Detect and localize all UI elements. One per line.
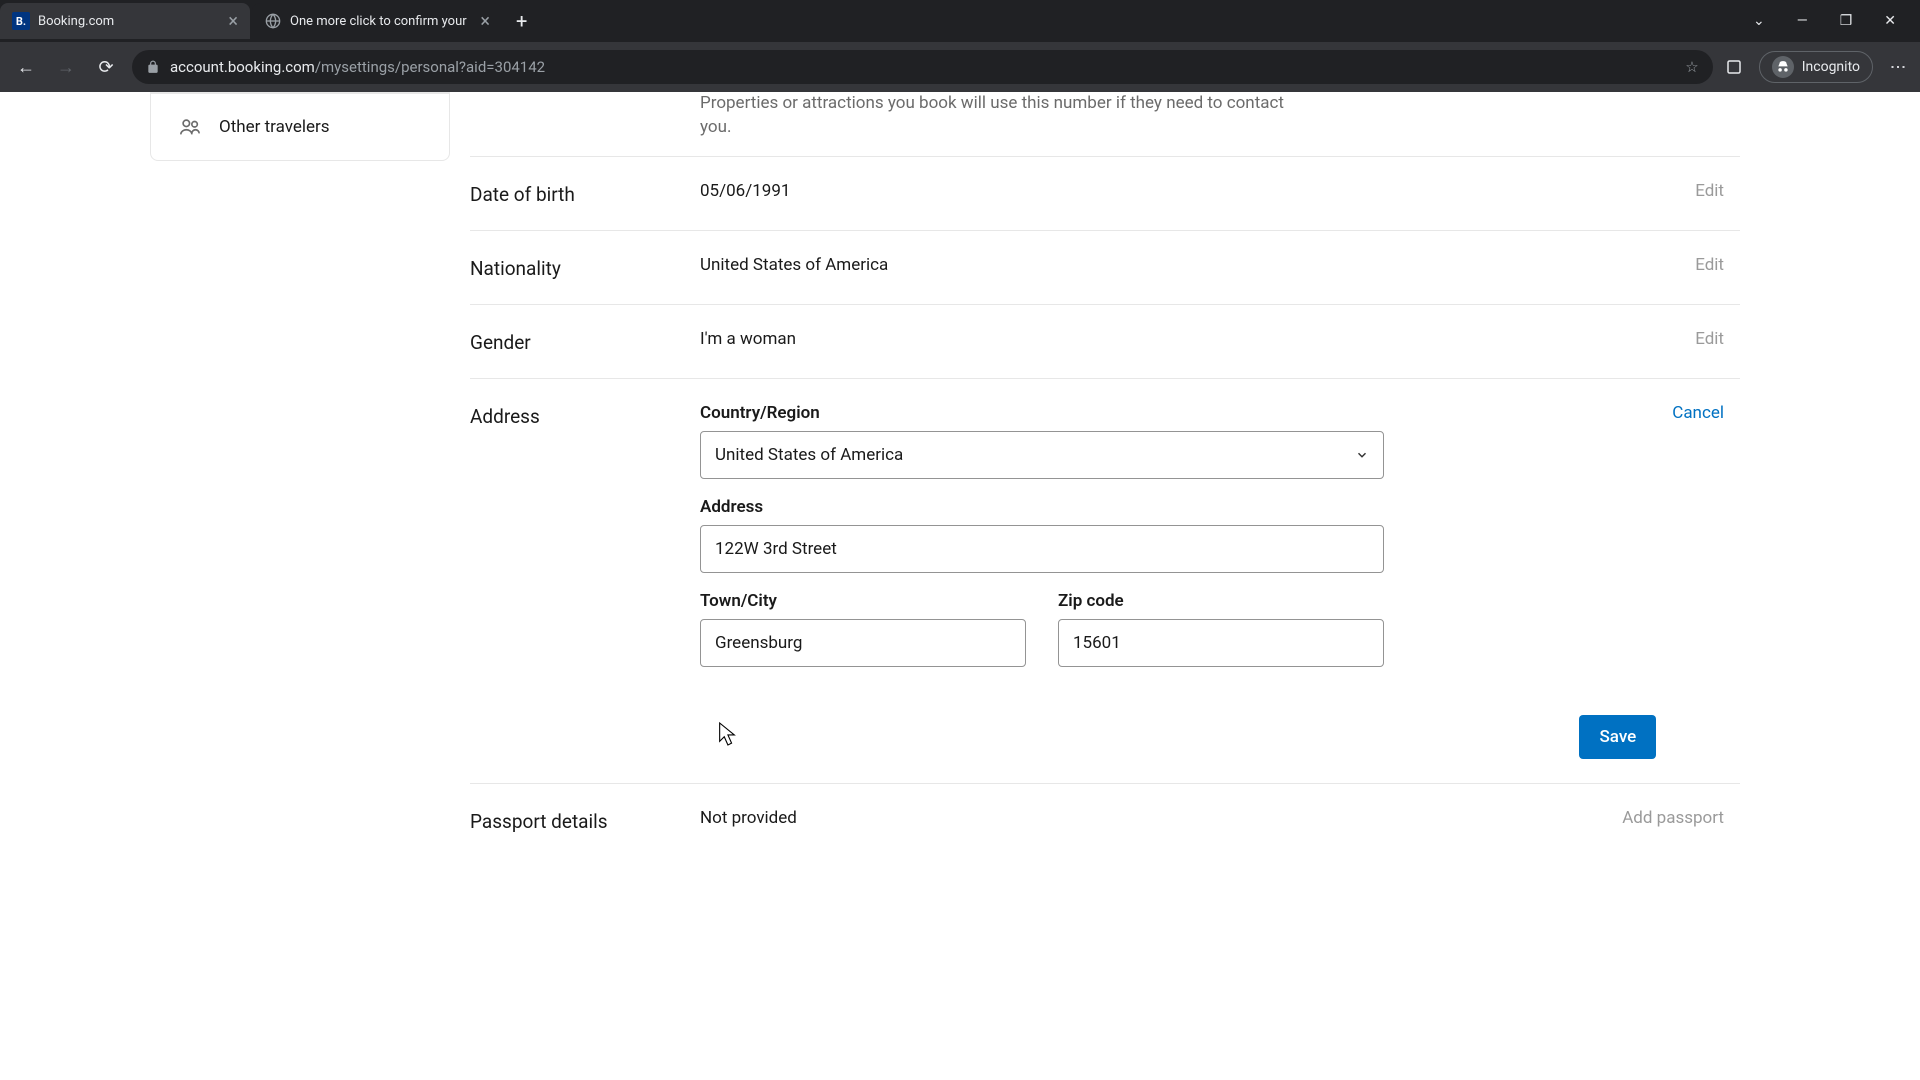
address-form: Country/Region United States of America … [700,403,1672,759]
tab-confirm[interactable]: One more click to confirm your × [252,3,502,39]
menu-icon[interactable]: ⋮ [1889,59,1908,75]
country-value: United States of America [715,445,903,465]
add-passport-button[interactable]: Add passport [1622,808,1740,833]
row-passport: Passport details Not provided Add passpo… [470,783,1740,857]
address-field-label: Address [700,497,1672,517]
chevron-down-icon [1355,448,1369,462]
close-icon[interactable]: × [480,11,490,32]
country-label: Country/Region [700,403,1672,423]
page-content: Other travelers Properties or attraction… [0,92,1920,857]
minimize-icon[interactable]: ― [1785,7,1820,35]
back-button[interactable]: ← [12,57,40,78]
country-select[interactable]: United States of America [700,431,1384,479]
browser-toolbar: ← → ⟳ account.booking.com/mysettings/per… [0,42,1920,92]
save-button[interactable]: Save [1579,715,1656,759]
main-content: Properties or attractions you book will … [470,92,1920,857]
city-input[interactable] [700,619,1026,667]
row-address: Address Country/Region United States of … [470,378,1740,783]
gender-label: Gender [470,329,700,354]
new-tab-button[interactable]: + [504,9,539,33]
incognito-icon [1772,56,1794,78]
dob-edit-button[interactable]: Edit [1695,181,1740,206]
sidebar: Other travelers [0,92,470,857]
address-input[interactable] [700,525,1384,573]
zip-input[interactable] [1058,619,1384,667]
gender-value: I'm a woman [700,329,1695,354]
address-label: Address [470,403,700,759]
caret-down-icon[interactable]: ⌄ [1741,7,1777,35]
address-cancel-button[interactable]: Cancel [1672,403,1740,759]
window-controls: ⌄ ― ❐ ✕ [1741,7,1920,35]
incognito-label: Incognito [1802,59,1860,75]
tab-booking[interactable]: B. Booking.com × [0,3,250,39]
browser-tab-strip: B. Booking.com × One more click to confi… [0,0,1920,42]
booking-favicon-icon: B. [12,12,30,30]
cursor-icon [716,721,738,747]
phone-hint-text: Properties or attractions you book will … [470,92,1290,156]
row-gender: Gender I'm a woman Edit [470,304,1740,378]
row-dob: Date of birth 05/06/1991 Edit [470,156,1740,230]
city-label: Town/City [700,591,1026,611]
tab-title: Booking.com [38,14,114,29]
star-icon[interactable]: ☆ [1685,58,1698,76]
close-window-icon[interactable]: ✕ [1872,7,1908,35]
extensions-icon[interactable] [1725,58,1743,76]
zip-label: Zip code [1058,591,1384,611]
close-icon[interactable]: × [228,11,238,32]
passport-value: Not provided [700,808,1622,833]
row-nationality: Nationality United States of America Edi… [470,230,1740,304]
globe-icon [264,12,282,30]
sidebar-card: Other travelers [150,92,450,161]
passport-label: Passport details [470,808,700,833]
url: account.booking.com/mysettings/personal?… [170,58,545,76]
nationality-edit-button[interactable]: Edit [1695,255,1740,280]
dob-label: Date of birth [470,181,700,206]
incognito-badge[interactable]: Incognito [1759,51,1873,83]
dob-value: 05/06/1991 [700,181,1695,206]
nationality-value: United States of America [700,255,1695,280]
people-icon [179,116,201,138]
lock-icon [146,60,160,74]
address-bar[interactable]: account.booking.com/mysettings/personal?… [132,50,1713,84]
nationality-label: Nationality [470,255,700,280]
tab-title: One more click to confirm your [290,14,467,29]
maximize-icon[interactable]: ❐ [1828,7,1865,35]
reload-button[interactable]: ⟳ [92,57,120,78]
sidebar-item-label: Other travelers [219,117,330,137]
sidebar-item-other-travelers[interactable]: Other travelers [151,94,449,160]
gender-edit-button[interactable]: Edit [1695,329,1740,354]
forward-button[interactable]: → [52,57,80,78]
